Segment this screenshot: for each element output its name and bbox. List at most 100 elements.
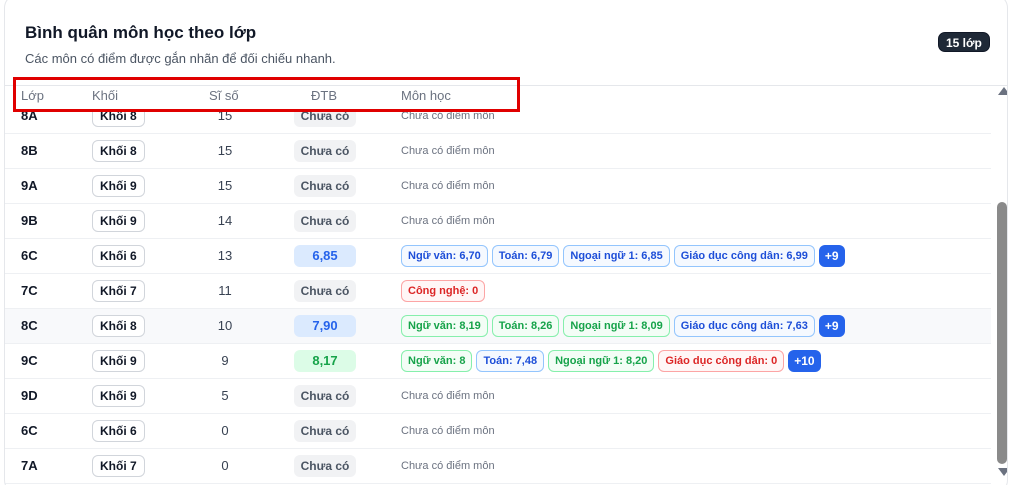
class-size: 14 [217,213,233,228]
grade-badge: Khối 6 [92,245,145,267]
average-score-badge: Chưa có [294,420,356,442]
subject-list: Chưa có điểm môn [401,175,495,197]
subject-list: Chưa có điểm môn [401,420,495,442]
page-subtitle: Các môn có điểm được gắn nhãn để đối chi… [25,51,336,66]
scroll-thumb[interactable] [997,202,1007,464]
average-score-badge: 8,17 [294,350,356,372]
average-score-badge: 7,90 [294,315,356,337]
subject-list: Ngữ văn: 8 Toán: 7,48 Ngoại ngữ 1: 8,20 Giá… [401,350,821,372]
average-score-badge: Chưa có [294,140,356,162]
subject-list: Chưa có điểm môn [401,210,495,232]
table-row[interactable]: 9B Khối 9 14 Chưa có Chưa có điểm môn [5,204,991,239]
class-name: 8B [21,143,38,158]
average-score-badge: Chưa có [294,175,356,197]
class-name: 7C [21,283,38,298]
grade-badge: Khối 9 [92,210,145,232]
class-size: 13 [217,248,233,263]
class-average-card: Bình quân môn học theo lớp Các môn có đi… [4,0,1008,485]
table-row[interactable]: 6C Khối 6 0 Chưa có Chưa có điểm môn [5,414,991,449]
table-row[interactable]: 9A Khối 9 15 Chưa có Chưa có điểm môn [5,169,991,204]
class-size: 15 [217,143,233,158]
grade-badge: Khối 7 [92,455,145,477]
table-row[interactable]: 6C Khối 6 13 6,85 Ngữ văn: 6,70 Toán: 6,79 Ngo… [5,239,991,274]
more-subjects-button[interactable]: +9 [818,245,845,267]
grade-badge: Khối 9 [92,175,145,197]
subject-score-chip: Ngoại ngữ 1: 6,85 [563,245,670,267]
subject-list: Công nghệ: 0 [401,280,486,302]
class-table: 8A Khối 8 15 Chưa có Chưa có điểm môn 8B Khối … [5,86,991,485]
no-score-text: Chưa có điểm môn [401,460,495,472]
more-subjects-button[interactable]: +10 [788,350,821,372]
table-row[interactable]: 7A Khối 7 0 Chưa có Chưa có điểm môn [5,449,991,484]
subject-score-chip: Ngữ văn: 8,19 [401,315,488,337]
subject-score-chip: Giáo dục công dân: 0 [658,350,785,372]
column-header-class[interactable]: Lớp [21,88,44,103]
subject-list: Ngữ văn: 8,19 Toán: 8,26 Ngoại ngữ 1: 8,09… [401,315,845,337]
no-score-text: Chưa có điểm môn [401,425,495,437]
table-header: Lớp Khối Sĩ số ĐTB Môn học [5,86,991,109]
class-size: 15 [217,108,233,123]
column-header-subjects[interactable]: Môn học [401,88,451,103]
average-score-badge: Chưa có [294,280,356,302]
subject-score-chip: Giáo dục công dân: 7,63 [673,315,815,337]
table-row[interactable]: 9D Khối 9 5 Chưa có Chưa có điểm môn [5,379,991,414]
scroll-down-arrow-icon[interactable] [998,468,1007,476]
class-size: 11 [218,283,232,298]
grade-badge: Khối 8 [92,140,145,162]
card-header: Bình quân môn học theo lớp Các môn có đi… [25,23,336,66]
subject-score-chip: Công nghệ: 0 [401,280,486,302]
subject-score-chip: Toán: 7,48 [476,350,545,372]
column-header-size[interactable]: Sĩ số [209,88,239,103]
average-score-badge: Chưa có [294,210,356,232]
subject-list: Ngữ văn: 6,70 Toán: 6,79 Ngoại ngữ 1: 6,85… [401,245,845,267]
column-header-grade[interactable]: Khối [92,88,118,103]
class-size: 10 [217,318,233,333]
class-name: 8A [21,108,38,123]
grade-badge: Khối 9 [92,385,145,407]
class-size: 9 [221,353,229,368]
table-row[interactable]: 8B Khối 8 15 Chưa có Chưa có điểm môn [5,134,991,169]
no-score-text: Chưa có điểm môn [401,180,495,192]
subject-score-chip: Ngoại ngữ 1: 8,20 [548,350,655,372]
table-row[interactable]: 7C Khối 7 11 Chưa có Công nghệ: 0 [5,274,991,309]
no-score-text: Chưa có điểm môn [401,390,495,402]
subject-list: Chưa có điểm môn [401,385,495,407]
subject-score-chip: Giáo dục công dân: 6,99 [673,245,815,267]
class-name: 7A [21,458,38,473]
class-name: 9C [21,353,38,368]
grade-badge: Khối 8 [92,315,145,337]
class-name: 6C [21,248,38,263]
class-name: 8C [21,318,38,333]
grade-badge: Khối 7 [92,280,145,302]
subject-score-chip: Toán: 6,79 [491,245,560,267]
subject-list: Chưa có điểm môn [401,455,495,477]
grade-badge: Khối 9 [92,350,145,372]
table-row[interactable]: 9C Khối 9 9 8,17 Ngữ văn: 8 Toán: 7,48 Ngoại n… [5,344,991,379]
subject-score-chip: Ngữ văn: 8 [401,350,473,372]
table-row[interactable]: 8C Khối 8 10 7,90 Ngữ văn: 8,19 Toán: 8,26 Ngo… [5,309,991,344]
subject-score-chip: Toán: 8,26 [491,315,560,337]
class-name: 9A [21,178,38,193]
scroll-up-arrow-icon[interactable] [998,87,1007,95]
no-score-text: Chưa có điểm môn [401,215,495,227]
average-score-badge: Chưa có [294,455,356,477]
class-name: 6C [21,423,38,438]
subject-score-chip: Ngữ văn: 6,70 [401,245,488,267]
vertical-scrollbar[interactable] [995,86,1007,480]
class-name: 9B [21,213,38,228]
class-name: 9D [21,388,38,403]
subject-score-chip: Ngoại ngữ 1: 8,09 [563,315,670,337]
class-size: 5 [221,388,229,403]
average-score-badge: Chưa có [294,385,356,407]
class-size: 15 [217,178,233,193]
class-size: 0 [221,423,229,438]
page-title: Bình quân môn học theo lớp [25,23,257,42]
no-score-text: Chưa có điểm môn [401,145,495,157]
more-subjects-button[interactable]: +9 [818,315,845,337]
grade-badge: Khối 6 [92,420,145,442]
average-score-badge: 6,85 [294,245,356,267]
class-size: 0 [221,458,229,473]
column-header-avg[interactable]: ĐTB [311,88,337,103]
subject-list: Chưa có điểm môn [401,140,495,162]
class-count-badge: 15 lớp [938,32,990,52]
